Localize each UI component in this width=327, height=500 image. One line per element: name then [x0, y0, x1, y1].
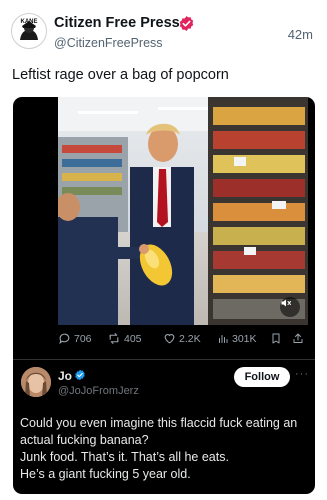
svg-text:KANE: KANE [20, 19, 37, 25]
reply-count: 706 [74, 332, 92, 345]
views-icon [219, 335, 228, 343]
kane-logo-icon: KANE [13, 15, 45, 47]
quoted-post-card[interactable]: 706 405 2.2K 301K Jo @JoJoFromJerz Follo… [13, 97, 315, 494]
views-count: 301K [232, 332, 257, 345]
follow-button[interactable]: Follow [234, 367, 290, 387]
like-count: 2.2K [179, 332, 201, 345]
quote-text: Could you even imagine this flaccid fuck… [20, 415, 310, 483]
video-frame-image [58, 97, 308, 325]
post-timestamp[interactable]: 42m [288, 27, 313, 42]
bookmark-button[interactable] [270, 332, 282, 345]
more-options-button[interactable]: ··· [295, 368, 309, 380]
repost-stat[interactable]: 405 [107, 332, 142, 345]
like-stat[interactable]: 2.2K [163, 332, 201, 345]
card-divider [13, 359, 315, 360]
quote-text-line: Could you even imagine this flaccid fuck… [20, 416, 298, 430]
quote-author-avatar[interactable] [21, 367, 51, 397]
portrait-photo [21, 367, 51, 397]
post-text: Leftist rage over a bag of popcorn [12, 67, 229, 83]
views-stat[interactable]: 301K [217, 332, 257, 345]
reply-icon [59, 333, 70, 345]
speaker-muted-icon [281, 299, 291, 307]
quote-text-line: actual fucking banana? [20, 433, 149, 447]
reply-stat[interactable]: 706 [58, 332, 92, 345]
quote-text-line: Junk food. That’s it. That’s all he eats… [20, 450, 229, 464]
author-name[interactable]: Citizen Free Press [54, 15, 180, 31]
repost-count: 405 [124, 332, 142, 345]
verified-badge-icon [75, 369, 85, 381]
post-header: KANE Citizen Free Press @CitizenFreePres… [0, 0, 327, 60]
like-icon [164, 334, 175, 344]
repost-icon [109, 333, 119, 344]
verified-badge-icon [179, 16, 194, 31]
quote-author-handle[interactable]: @JoJoFromJerz [58, 385, 139, 397]
bookmark-icon [272, 333, 280, 344]
share-button[interactable] [292, 332, 304, 345]
author-handle[interactable]: @CitizenFreePress [54, 36, 163, 50]
video-player[interactable] [58, 97, 308, 325]
quote-author-name[interactable]: Jo [58, 369, 72, 383]
quote-text-line: He’s a giant fucking 5 year old. [20, 467, 191, 481]
author-avatar[interactable]: KANE [11, 13, 47, 49]
engagement-bar: 706 405 2.2K 301K [13, 332, 315, 354]
share-icon [293, 333, 303, 343]
mute-button[interactable] [280, 297, 300, 317]
